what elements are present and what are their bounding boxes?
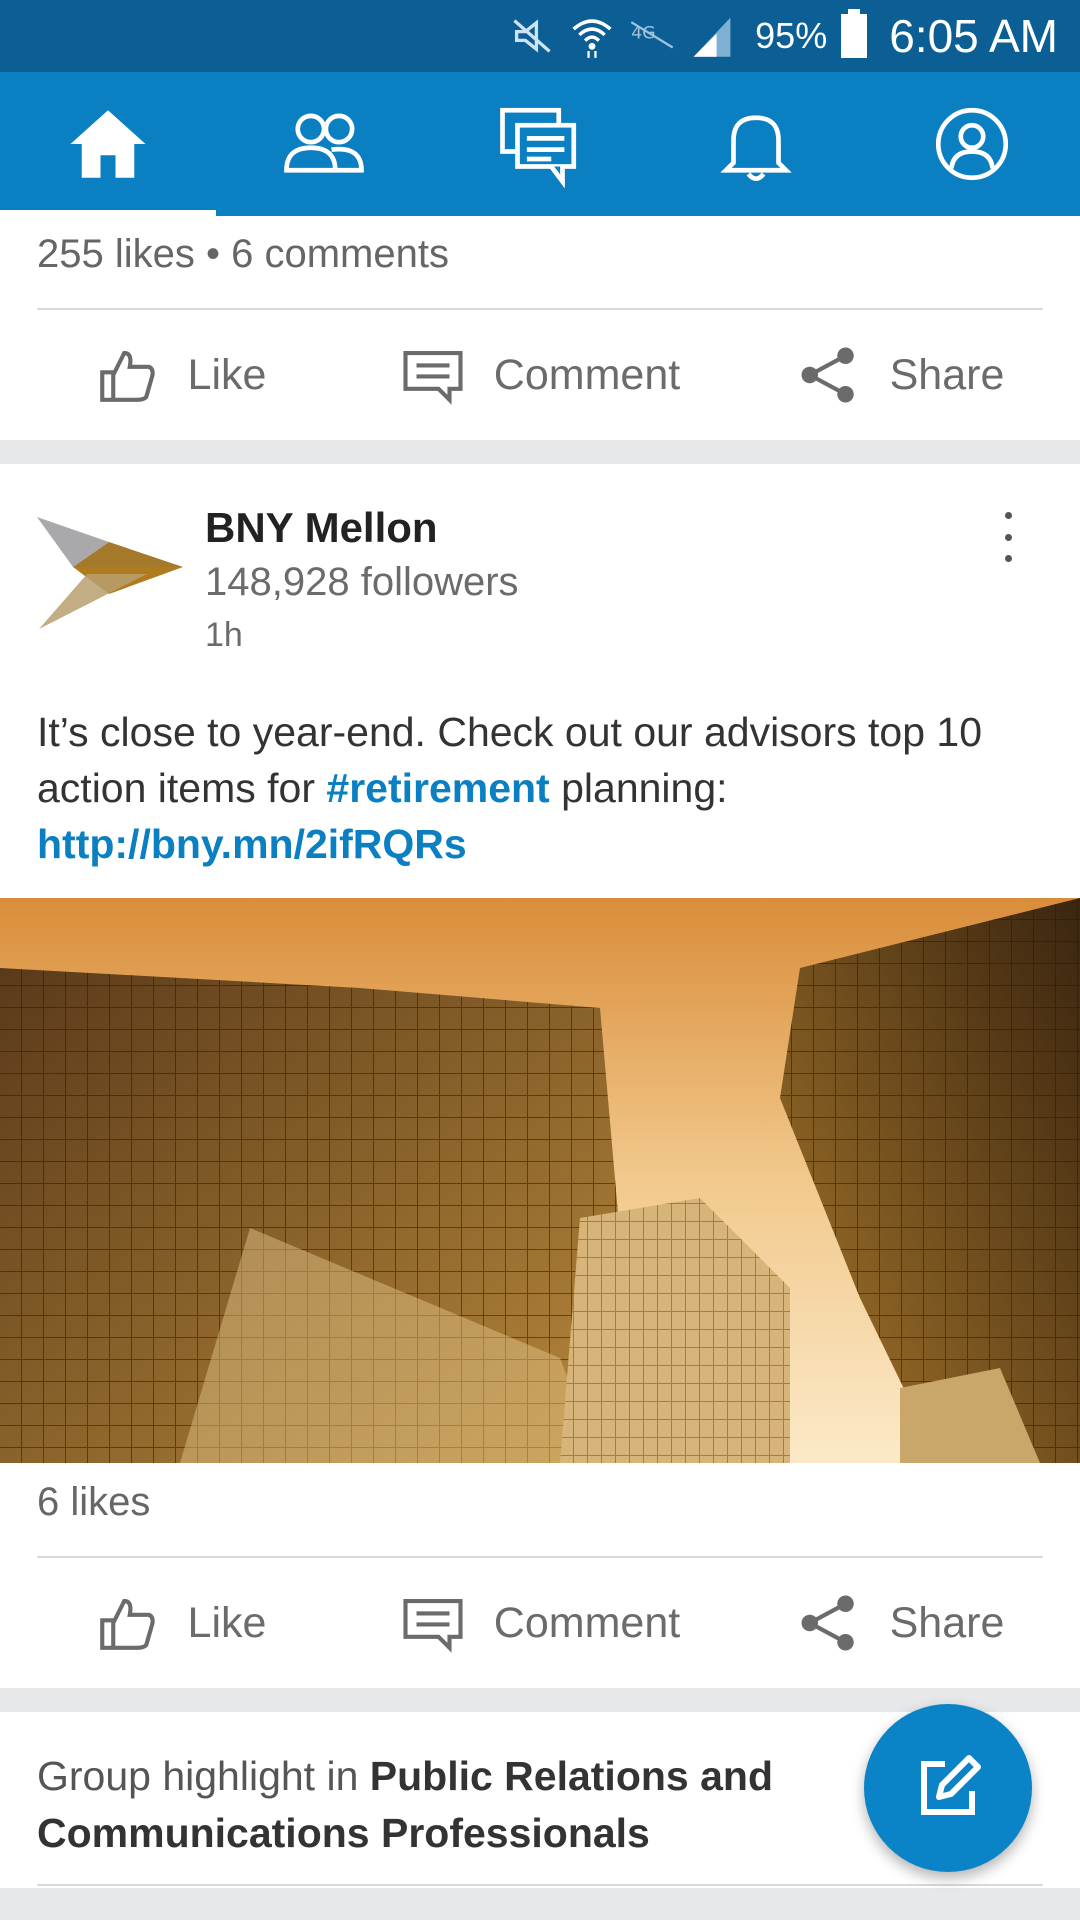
- post-image[interactable]: [0, 898, 1080, 1463]
- author-name[interactable]: BNY Mellon: [205, 504, 438, 552]
- status-bar: 4G 95% 6:05 AM: [0, 0, 1080, 72]
- tab-home[interactable]: [0, 72, 216, 216]
- tab-messages[interactable]: [432, 72, 648, 216]
- people-icon: [284, 113, 364, 173]
- previous-post-card: 255 likes • 6 comments Like Comment Shar…: [0, 216, 1080, 440]
- wifi-icon: [569, 13, 615, 59]
- share-icon: [801, 1595, 854, 1651]
- thumbs-up-icon: [99, 350, 155, 402]
- url-link[interactable]: http://bny.mn/2ifRQRs: [37, 821, 467, 867]
- like-label: Like: [187, 1598, 267, 1647]
- compose-icon: [921, 1755, 981, 1815]
- post-likes-count[interactable]: 6 likes: [37, 1480, 150, 1525]
- hashtag-link[interactable]: #retirement: [326, 765, 549, 811]
- comment-label: Comment: [493, 350, 681, 399]
- clock: 6:05 AM: [889, 10, 1058, 62]
- share-label: Share: [889, 1598, 1005, 1647]
- bell-icon: [720, 115, 792, 182]
- like-label: Like: [187, 350, 267, 399]
- share-label: Share: [889, 350, 1005, 399]
- mute-icon: [509, 13, 555, 59]
- comment-icon: [403, 350, 463, 405]
- previous-post-actions: Like Comment Share: [0, 310, 1080, 440]
- thumbs-up-icon: [99, 1598, 155, 1650]
- like-button[interactable]: Like: [0, 1558, 360, 1688]
- group-highlight-text: Group highlight in Public Relations and …: [37, 1753, 773, 1856]
- post-text: It’s close to year-end. Check out our ad…: [37, 709, 983, 867]
- comment-label: Comment: [493, 1598, 681, 1647]
- battery-percentage: 95%: [755, 15, 828, 56]
- like-button[interactable]: Like: [0, 310, 360, 440]
- lte-icon: 4G: [629, 13, 675, 59]
- previous-post-counts[interactable]: 255 likes • 6 comments: [37, 232, 449, 277]
- tab-profile[interactable]: [864, 72, 1080, 216]
- compose-post-button[interactable]: [864, 1704, 1032, 1872]
- post-actions: Like Comment Share: [0, 1558, 1080, 1688]
- divider: [37, 1884, 1043, 1886]
- top-navigation: [0, 72, 1080, 216]
- post-time: 1h: [205, 616, 243, 654]
- battery-icon: [841, 9, 868, 58]
- post-card: BNY Mellon 148,928 followers 1h It’s clo…: [0, 464, 1080, 1688]
- tab-notifications[interactable]: [648, 72, 864, 216]
- follower-count: 148,928 followers: [205, 560, 519, 604]
- home-icon: [70, 110, 146, 178]
- comment-icon: [403, 1598, 463, 1653]
- messages-icon: [500, 107, 577, 189]
- more-options-icon[interactable]: [990, 512, 1026, 562]
- svg-text:4G: 4G: [631, 23, 655, 43]
- share-button[interactable]: Share: [720, 1558, 1080, 1688]
- share-button[interactable]: Share: [720, 310, 1080, 440]
- profile-icon: [935, 107, 1009, 181]
- comment-button[interactable]: Comment: [360, 310, 720, 440]
- bny-mellon-logo[interactable]: [37, 514, 183, 629]
- comment-button[interactable]: Comment: [360, 1558, 720, 1688]
- tab-network[interactable]: [216, 72, 432, 216]
- signal-icon: [689, 13, 735, 59]
- share-icon: [801, 347, 854, 403]
